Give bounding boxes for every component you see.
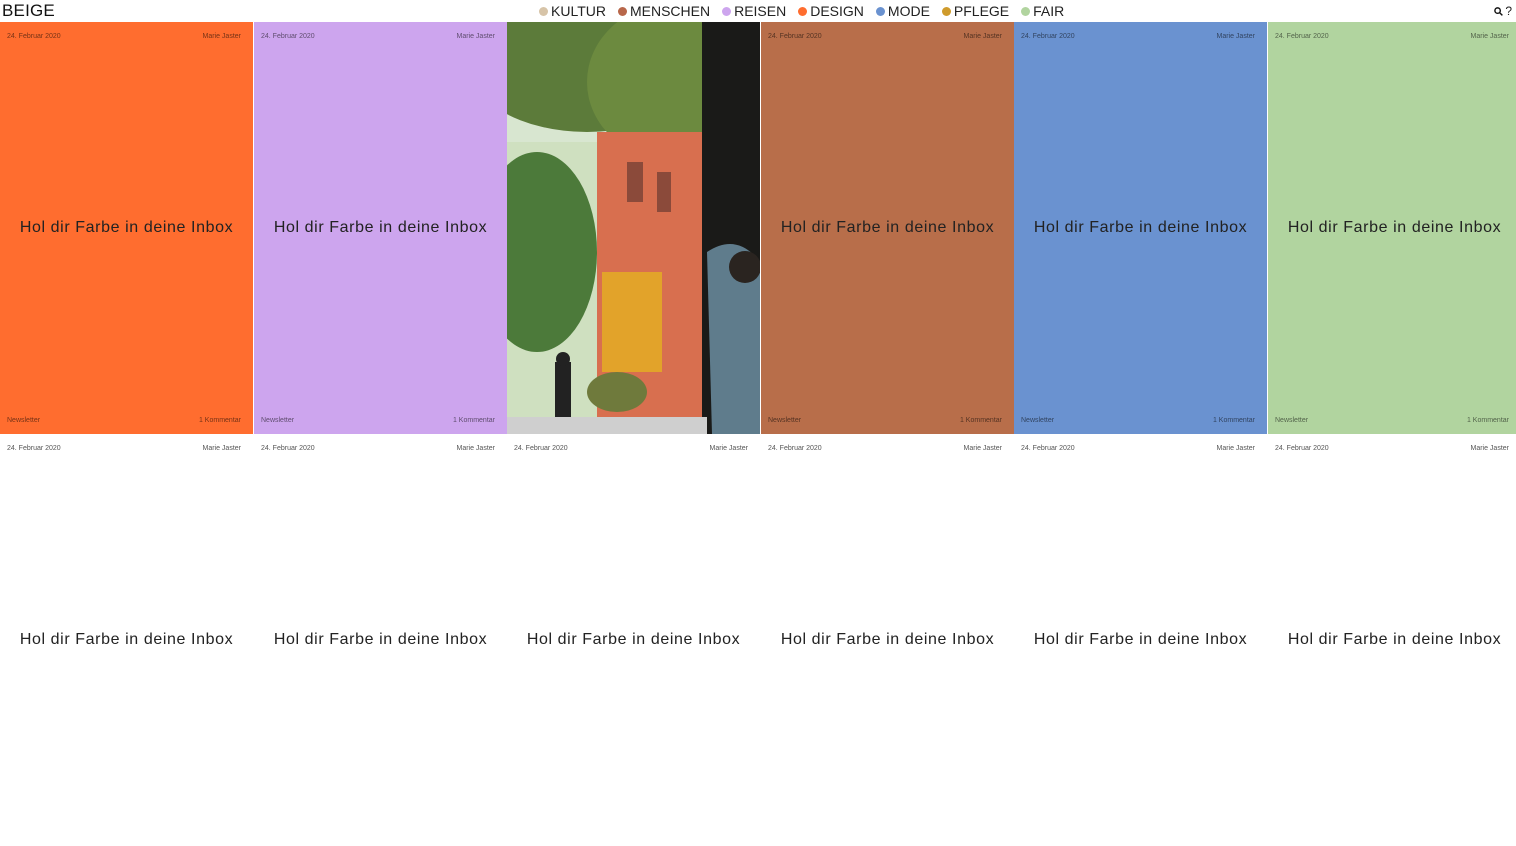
article-card[interactable]: 24. Februar 2020 Marie Jaster Hol dir Fa…	[1268, 22, 1516, 434]
article-title[interactable]: Hol dir Farbe in deine Inbox	[254, 631, 507, 649]
article-card[interactable]: 24. Februar 2020 Marie Jaster Hol dir Fa…	[507, 434, 760, 846]
category-dot-icon	[798, 6, 808, 16]
article-author[interactable]: Marie Jaster	[202, 445, 241, 452]
article-date: 24. Februar 2020	[261, 445, 315, 452]
article-date: 24. Februar 2020	[768, 33, 822, 40]
article-author[interactable]: Marie Jaster	[456, 445, 495, 452]
nav-label: DESIGN	[810, 3, 864, 19]
nav-label: MODE	[887, 3, 930, 19]
category-nav: KULTUR MENSCHEN REISEN DESIGN MODE PFLEG…	[539, 2, 1076, 20]
nav-item-fair[interactable]: FAIR	[1021, 2, 1064, 20]
header-tools: ?	[1494, 3, 1512, 19]
article-comments[interactable]: 1 Kommentar	[960, 417, 1002, 424]
article-author[interactable]: Marie Jaster	[1470, 33, 1509, 40]
article-author[interactable]: Marie Jaster	[709, 445, 748, 452]
article-author[interactable]: Marie Jaster	[202, 33, 241, 40]
category-dot-icon	[1021, 6, 1031, 16]
article-card[interactable]: 24. Februar 2020 Marie Jaster Hol dir Fa…	[0, 22, 253, 434]
article-title[interactable]: Hol dir Farbe in deine Inbox	[0, 631, 253, 649]
article-title[interactable]: Hol dir Farbe in deine Inbox	[1268, 631, 1516, 649]
article-category[interactable]: Newsletter	[261, 417, 294, 424]
article-card[interactable]: 24. Februar 2020 Marie Jaster Hol dir Fa…	[254, 22, 507, 434]
article-date: 24. Februar 2020	[261, 33, 315, 40]
article-title[interactable]: Hol dir Farbe in deine Inbox	[761, 631, 1014, 649]
article-date: 24. Februar 2020	[7, 33, 61, 40]
article-date: 24. Februar 2020	[768, 445, 822, 452]
site-logo[interactable]: BEIGE	[2, 1, 55, 21]
nav-label: KULTUR	[551, 3, 606, 19]
article-author[interactable]: Marie Jaster	[963, 33, 1002, 40]
nav-label: MENSCHEN	[629, 3, 711, 19]
article-category[interactable]: Newsletter	[768, 417, 801, 424]
street-photo	[507, 22, 760, 434]
category-dot-icon	[941, 6, 951, 16]
article-title[interactable]: Hol dir Farbe in deine Inbox	[254, 219, 507, 237]
article-card[interactable]: 24. Februar 2020 Marie Jaster Hol dir Fa…	[1014, 22, 1267, 434]
article-author[interactable]: Marie Jaster	[963, 445, 1002, 452]
article-card[interactable]: 24. Februar 2020 Marie Jaster Hol dir Fa…	[0, 434, 253, 846]
article-author[interactable]: Marie Jaster	[456, 33, 495, 40]
article-title[interactable]: Hol dir Farbe in deine Inbox	[507, 631, 760, 649]
article-comments[interactable]: 1 Kommentar	[1213, 417, 1255, 424]
article-comments[interactable]: 1 Kommentar	[199, 417, 241, 424]
article-date: 24. Februar 2020	[7, 445, 61, 452]
article-card[interactable]: 24. Februar 2020 Marie Jaster Hol dir Fa…	[254, 434, 507, 846]
category-dot-icon	[722, 6, 732, 16]
help-icon[interactable]: ?	[1505, 3, 1512, 19]
nav-item-mode[interactable]: MODE	[875, 2, 930, 20]
article-card[interactable]: 24. Februar 2020 Marie Jaster Hol dir Fa…	[761, 22, 1014, 434]
article-category[interactable]: Newsletter	[1021, 417, 1054, 424]
article-category[interactable]: Newsletter	[7, 417, 40, 424]
article-title[interactable]: Hol dir Farbe in deine Inbox	[1014, 631, 1267, 649]
nav-item-kultur[interactable]: KULTUR	[539, 2, 606, 20]
nav-item-menschen[interactable]: MENSCHEN	[617, 2, 711, 20]
article-card[interactable]: 24. Februar 2020 Marie Jaster Hol dir Fa…	[761, 434, 1014, 846]
nav-label: PFLEGE	[953, 3, 1010, 19]
article-author[interactable]: Marie Jaster	[1216, 445, 1255, 452]
nav-label: REISEN	[734, 3, 787, 19]
article-date: 24. Februar 2020	[1275, 445, 1329, 452]
article-title[interactable]: Hol dir Farbe in deine Inbox	[761, 219, 1014, 237]
search-icon[interactable]	[1494, 6, 1504, 16]
article-author[interactable]: Marie Jaster	[1216, 33, 1255, 40]
article-category[interactable]: Newsletter	[1275, 417, 1308, 424]
article-date: 24. Februar 2020	[1021, 445, 1075, 452]
article-title[interactable]: Hol dir Farbe in deine Inbox	[1014, 219, 1267, 237]
article-date: 24. Februar 2020	[514, 445, 568, 452]
article-author[interactable]: Marie Jaster	[1470, 445, 1509, 452]
nav-item-reisen[interactable]: REISEN	[722, 2, 786, 20]
article-date: 24. Februar 2020	[1275, 33, 1329, 40]
article-comments[interactable]: 1 Kommentar	[1467, 417, 1509, 424]
nav-item-pflege[interactable]: PFLEGE	[941, 2, 1010, 20]
article-card[interactable]	[507, 22, 760, 434]
article-title[interactable]: Hol dir Farbe in deine Inbox	[0, 219, 253, 237]
top-bar: BEIGE KULTUR MENSCHEN REISEN DESIGN MODE…	[0, 0, 1516, 22]
article-title[interactable]: Hol dir Farbe in deine Inbox	[1268, 219, 1516, 237]
article-card[interactable]: 24. Februar 2020 Marie Jaster Hol dir Fa…	[1268, 434, 1516, 846]
category-dot-icon	[617, 6, 627, 16]
category-dot-icon	[875, 6, 885, 16]
nav-item-design[interactable]: DESIGN	[798, 2, 864, 20]
category-dot-icon	[539, 6, 548, 16]
article-comments[interactable]: 1 Kommentar	[453, 417, 495, 424]
nav-label: FAIR	[1033, 3, 1065, 19]
article-card[interactable]: 24. Februar 2020 Marie Jaster Hol dir Fa…	[1014, 434, 1267, 846]
article-date: 24. Februar 2020	[1021, 33, 1075, 40]
